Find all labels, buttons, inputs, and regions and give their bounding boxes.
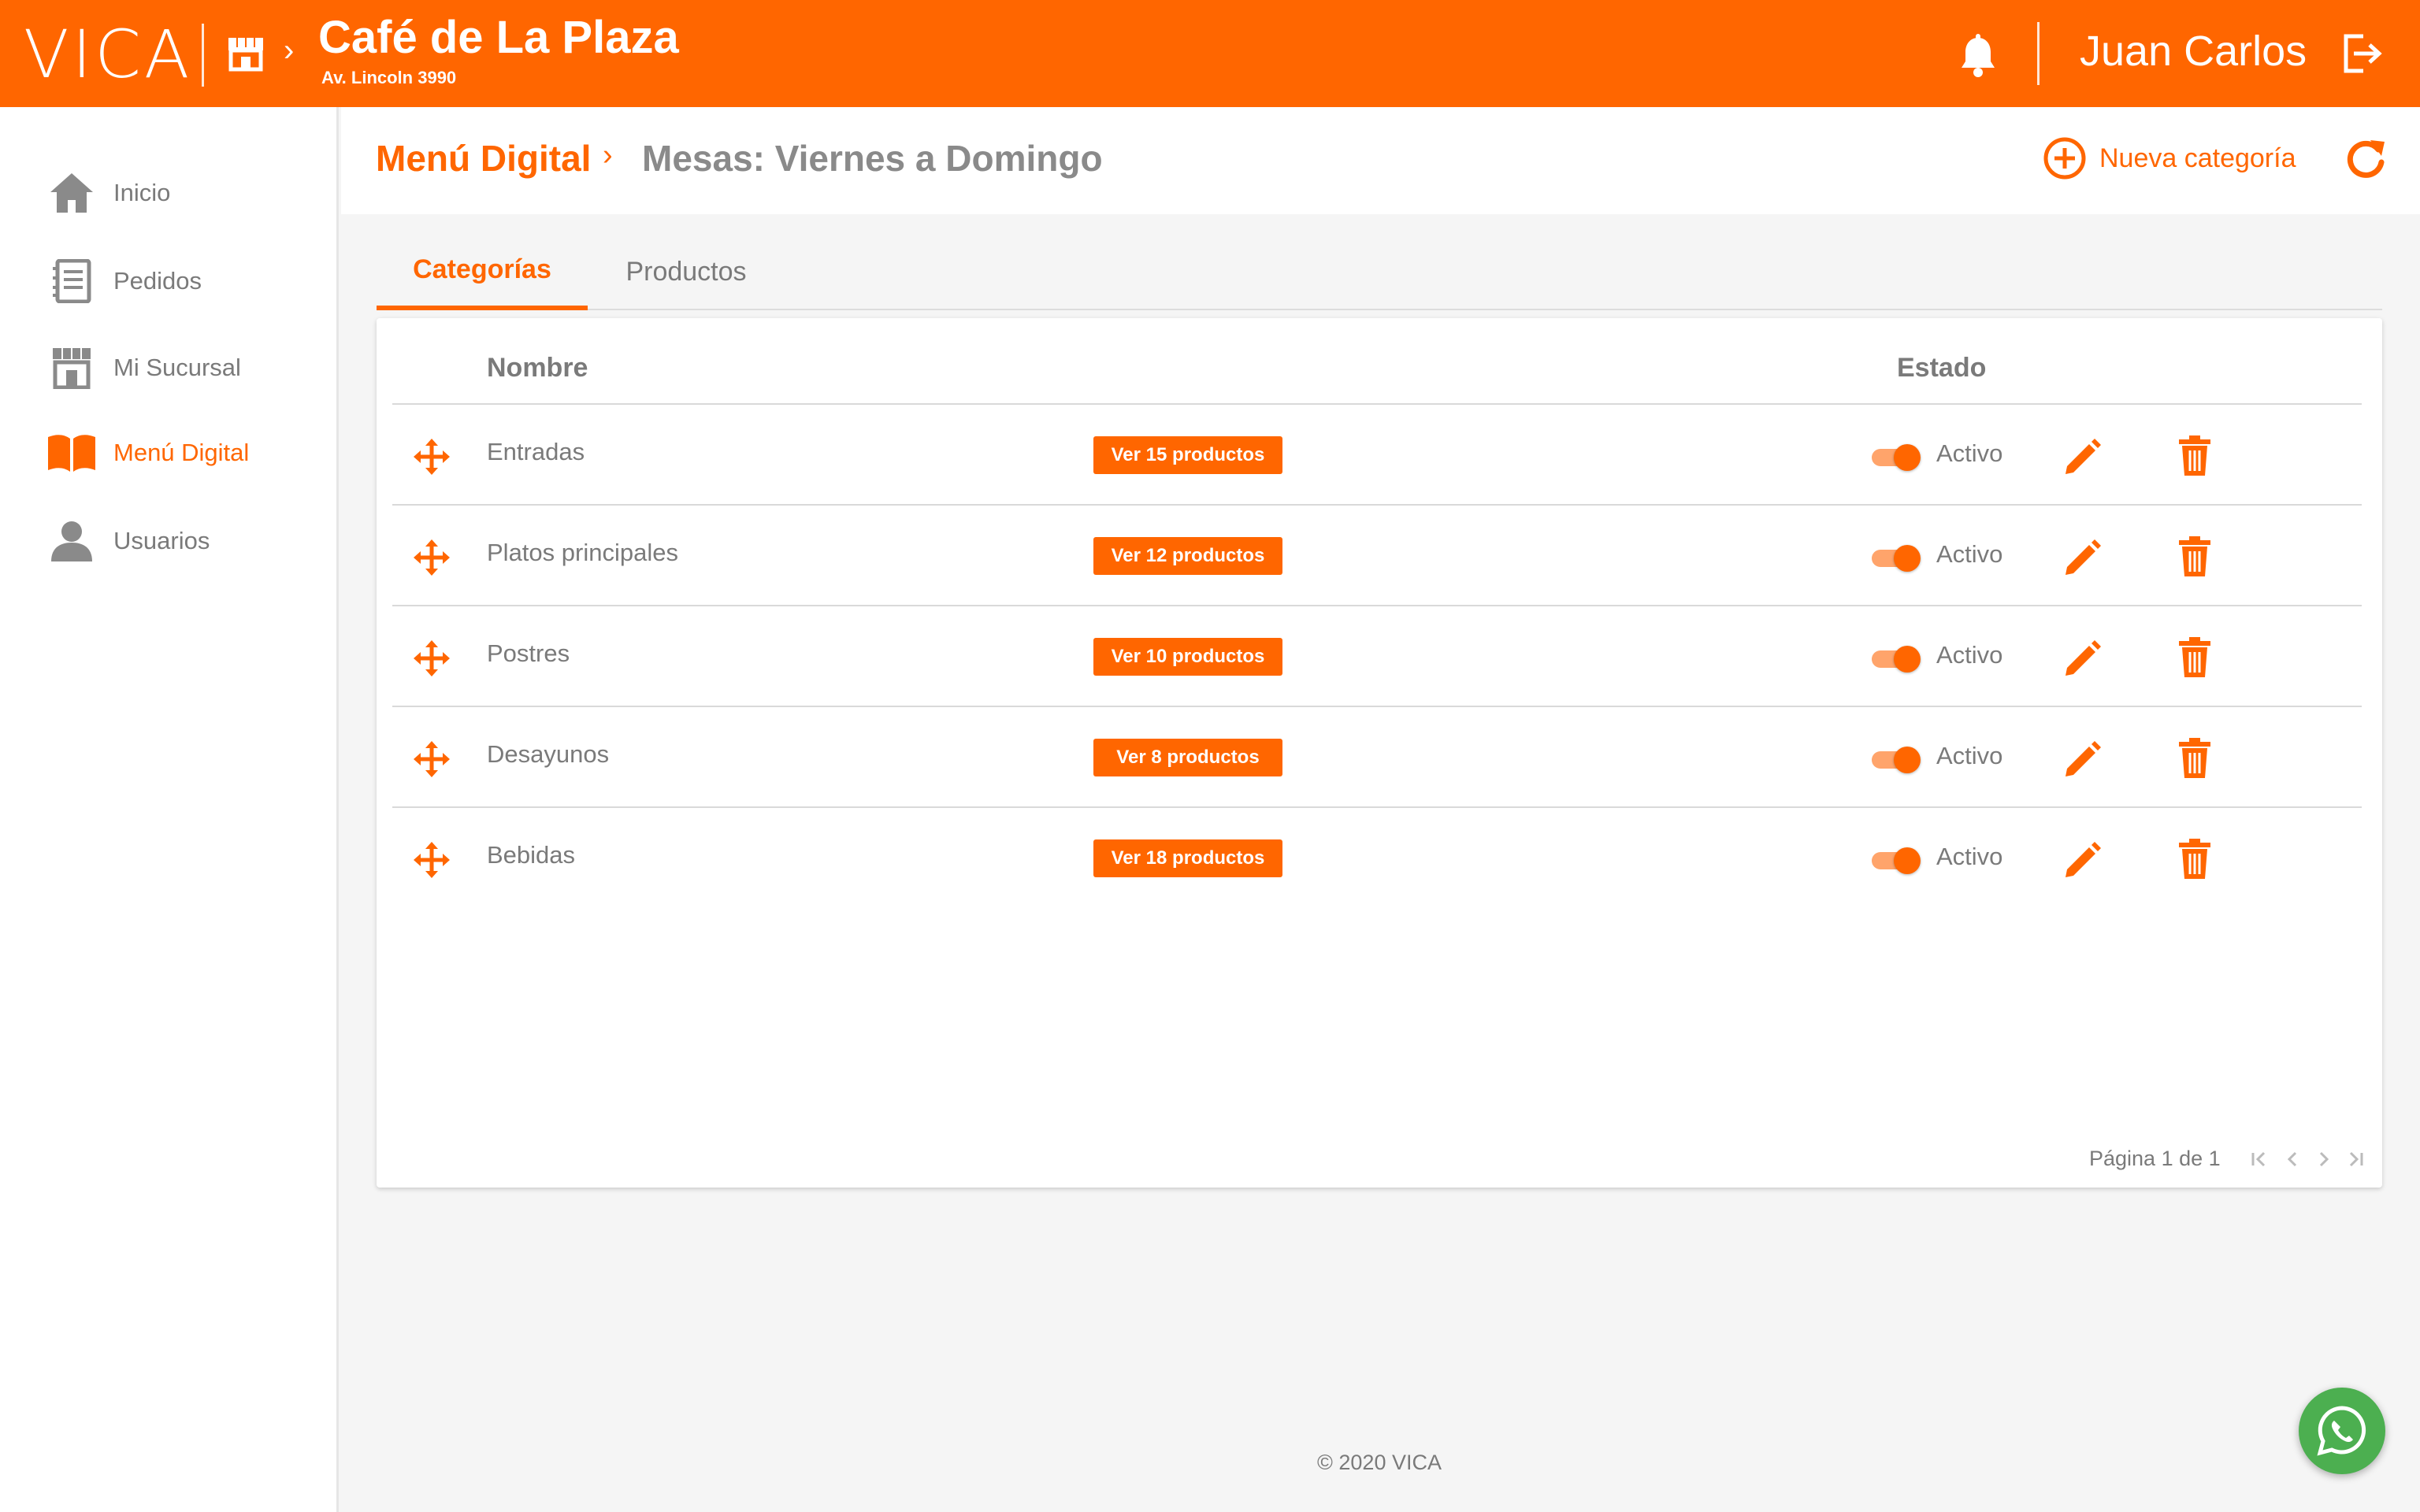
breadcrumb-chevron-icon: › — [603, 139, 613, 172]
refresh-icon[interactable] — [2342, 135, 2389, 183]
view-products-button[interactable]: Ver 12 productos — [1093, 537, 1282, 575]
drag-handle-icon[interactable] — [411, 839, 452, 880]
drag-handle-icon[interactable] — [411, 436, 452, 477]
sidebar-item-menu-digital[interactable]: Menú Digital — [44, 425, 328, 480]
column-header-nombre: Nombre — [487, 353, 588, 383]
toggle-knob — [1894, 545, 1921, 572]
trash-icon[interactable] — [2176, 536, 2214, 578]
table-row: Desayunos Ver 8 productos Activo — [392, 707, 2362, 808]
trash-icon[interactable] — [2176, 636, 2214, 679]
status-toggle[interactable] — [1872, 846, 1922, 874]
category-name: Desayunos — [487, 740, 610, 768]
categories-table-card: Nombre Estado Entradas Ver 15 productos … — [377, 318, 2382, 1188]
table-row: Postres Ver 10 productos Activo — [392, 606, 2362, 707]
sidebar-item-label: Pedidos — [113, 267, 202, 295]
page-header: Menú Digital › Mesas: Viernes a Domingo … — [341, 107, 2420, 214]
category-name: Platos principales — [487, 539, 678, 566]
status-toggle[interactable] — [1872, 443, 1922, 471]
book-icon — [44, 425, 99, 480]
store-icon — [44, 340, 99, 395]
business-name: Café de La Plaza — [318, 12, 679, 63]
add-circle-icon — [2043, 137, 2086, 180]
status-toggle[interactable] — [1872, 644, 1922, 673]
sidebar-item-label: Mi Sucursal — [113, 354, 241, 381]
next-page-icon[interactable] — [2311, 1147, 2336, 1172]
store-icon[interactable] — [224, 32, 268, 76]
drag-handle-icon[interactable] — [411, 739, 452, 780]
top-bar: VICA › Café de La Plaza Av. Lincoln 3990… — [0, 0, 2420, 107]
view-products-button[interactable]: Ver 10 productos — [1093, 638, 1282, 676]
table-row: Bebidas Ver 18 productos Activo — [392, 808, 2362, 909]
user-icon — [44, 513, 99, 569]
footer-copyright: © 2020 VICA — [1317, 1451, 1442, 1474]
table-row: Platos principales Ver 12 productos Acti… — [392, 506, 2362, 606]
sidebar-item-pedidos[interactable]: Pedidos — [44, 254, 328, 309]
sidebar-item-usuarios[interactable]: Usuarios — [44, 513, 328, 569]
view-products-button[interactable]: Ver 18 productos — [1093, 839, 1282, 877]
toggle-knob — [1894, 444, 1921, 471]
edit-pencil-icon[interactable] — [2061, 435, 2103, 477]
table-row: Entradas Ver 15 productos Activo — [392, 405, 2362, 506]
whatsapp-button[interactable] — [2299, 1388, 2385, 1474]
tab-productos[interactable]: Productos — [588, 233, 785, 310]
status-label: Activo — [1936, 540, 2003, 568]
sidebar-item-label: Usuarios — [113, 527, 210, 554]
new-category-button[interactable]: Nueva categoría — [2043, 131, 2296, 186]
vica-logo[interactable]: VICA — [24, 19, 192, 90]
home-icon — [44, 165, 99, 220]
sidebar-item-inicio[interactable]: Inicio — [44, 165, 328, 220]
sidebar-item-label: Menú Digital — [113, 439, 250, 466]
breadcrumb-menu-digital[interactable]: Menú Digital — [376, 137, 591, 180]
logo-text: VICA — [24, 16, 193, 93]
header-divider — [2037, 22, 2040, 85]
logout-icon[interactable] — [2340, 32, 2384, 76]
category-name: Entradas — [487, 438, 585, 465]
toggle-knob — [1894, 747, 1921, 773]
prev-page-icon[interactable] — [2280, 1147, 2305, 1172]
trash-icon[interactable] — [2176, 737, 2214, 780]
category-name: Bebidas — [487, 841, 576, 869]
view-products-button[interactable]: Ver 8 productos — [1093, 739, 1282, 776]
status-label: Activo — [1936, 742, 2003, 769]
sidebar-item-label: Inicio — [113, 179, 171, 206]
first-page-icon[interactable] — [2247, 1147, 2272, 1172]
whatsapp-icon — [2317, 1406, 2366, 1456]
toggle-knob — [1894, 847, 1921, 874]
status-label: Activo — [1936, 641, 2003, 669]
column-header-estado: Estado — [1897, 353, 1987, 383]
sidebar: Inicio Pedidos Mi Sucursal Menú Digital … — [0, 107, 339, 1512]
pagination-label: Página 1 de 1 — [2089, 1147, 2221, 1170]
edit-pencil-icon[interactable] — [2061, 536, 2103, 578]
category-name: Postres — [487, 639, 570, 667]
status-toggle[interactable] — [1872, 543, 1922, 572]
trash-icon[interactable] — [2176, 435, 2214, 477]
sidebar-item-mi-sucursal[interactable]: Mi Sucursal — [44, 340, 328, 395]
page-title: Mesas: Viernes a Domingo — [642, 138, 1103, 179]
last-page-icon[interactable] — [2343, 1147, 2368, 1172]
edit-pencil-icon[interactable] — [2061, 737, 2103, 780]
header-divider — [202, 24, 204, 87]
new-category-label: Nueva categoría — [2099, 143, 2296, 173]
header-chevron-icon: › — [284, 33, 295, 68]
status-label: Activo — [1936, 843, 2003, 870]
user-name[interactable]: Juan Carlos — [2080, 27, 2307, 76]
table-header: Nombre Estado — [392, 334, 2362, 405]
view-products-button[interactable]: Ver 15 productos — [1093, 436, 1282, 474]
business-address: Av. Lincoln 3990 — [321, 68, 457, 87]
tab-categorias[interactable]: Categorías — [377, 233, 588, 310]
tab-bar: Categorías Productos — [377, 233, 2382, 310]
bell-icon[interactable] — [1957, 33, 1999, 79]
trash-icon[interactable] — [2176, 838, 2214, 880]
edit-pencil-icon[interactable] — [2061, 838, 2103, 880]
toggle-knob — [1894, 646, 1921, 673]
status-toggle[interactable] — [1872, 745, 1922, 773]
orders-icon — [44, 254, 99, 309]
drag-handle-icon[interactable] — [411, 537, 452, 578]
status-label: Activo — [1936, 439, 2003, 467]
edit-pencil-icon[interactable] — [2061, 636, 2103, 679]
drag-handle-icon[interactable] — [411, 638, 452, 679]
